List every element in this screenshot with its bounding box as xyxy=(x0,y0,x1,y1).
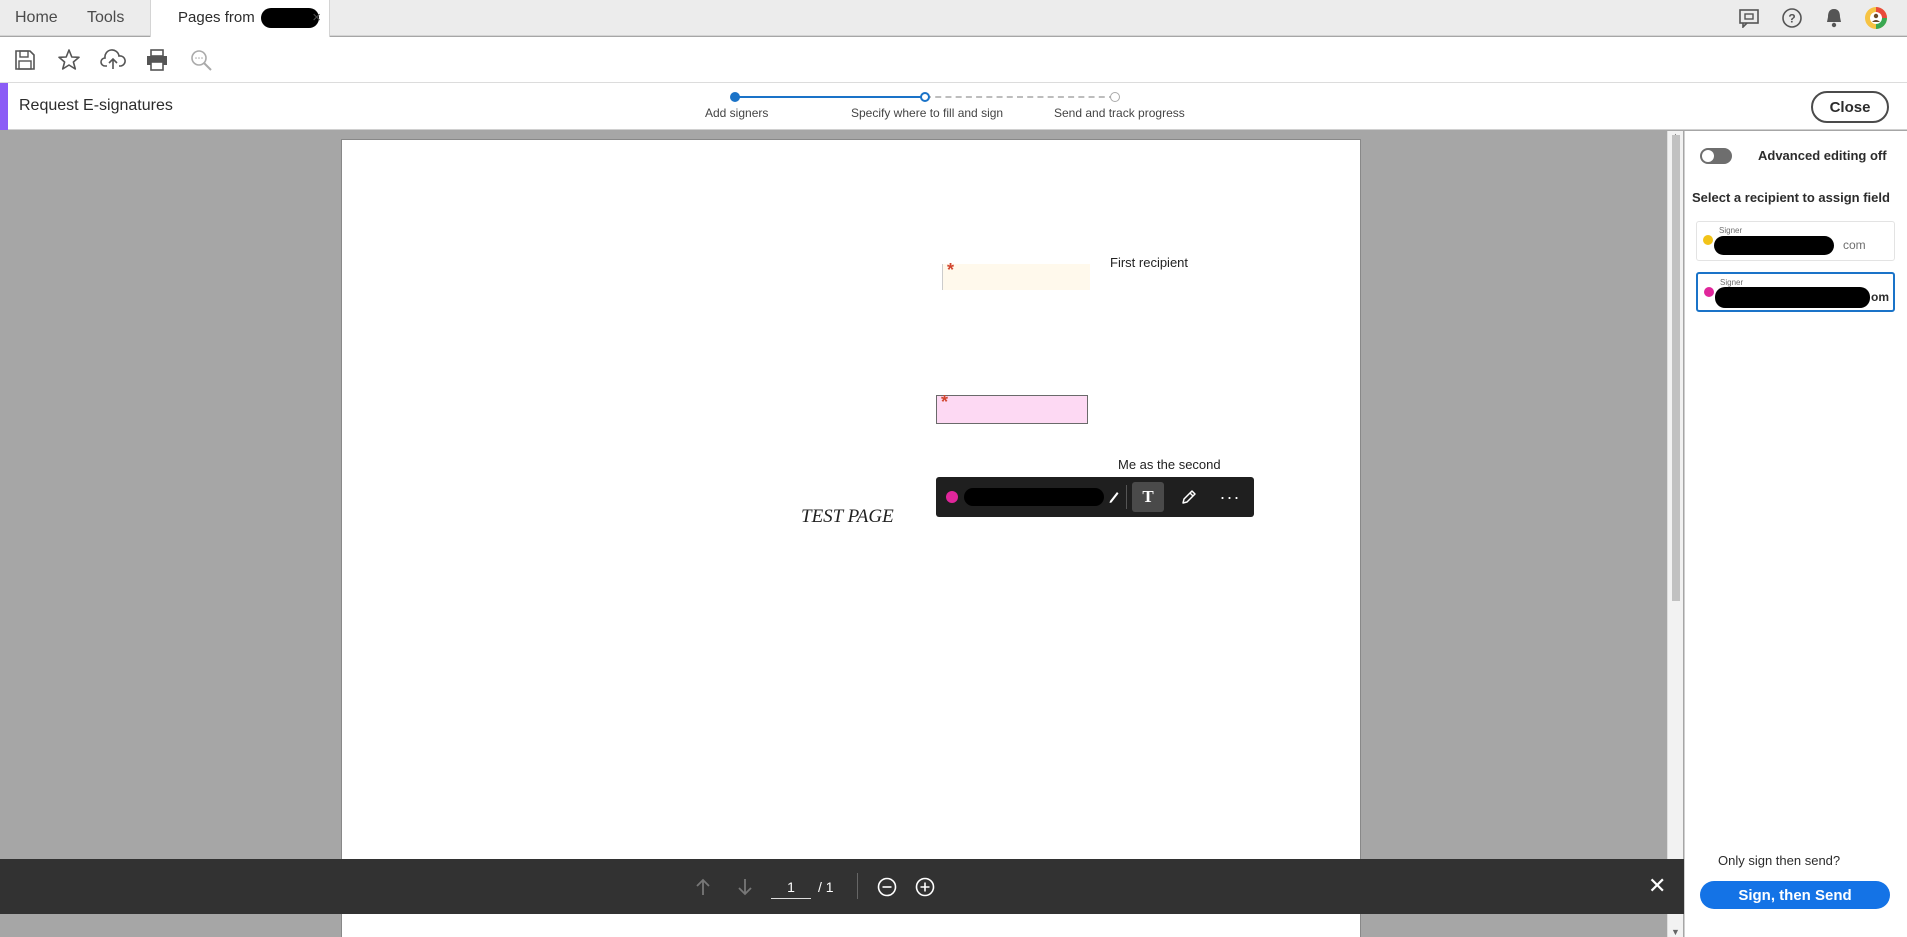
redacted-recipient-name[interactable] xyxy=(964,488,1104,506)
recipient-color-dot xyxy=(1704,287,1714,297)
document-page: * First recipient * Me as the second rec… xyxy=(341,139,1361,937)
signature-field-second-recipient[interactable]: * xyxy=(936,392,1088,424)
recipient-color-dot xyxy=(946,491,958,503)
redacted-email xyxy=(1715,287,1870,308)
step-dot-send xyxy=(1110,92,1120,102)
text-field-tool[interactable]: T xyxy=(1132,482,1164,512)
close-button[interactable]: Close xyxy=(1811,91,1889,123)
more-options-icon[interactable]: ··· xyxy=(1214,482,1246,512)
tab-tools[interactable]: Tools xyxy=(87,0,124,36)
notifications-icon[interactable] xyxy=(1821,6,1847,30)
step-label-add-signers[interactable]: Add signers xyxy=(705,106,768,120)
zoom-search-icon[interactable] xyxy=(188,47,214,73)
tab-close-button[interactable]: × xyxy=(312,0,321,36)
help-icon[interactable]: ? xyxy=(1779,6,1805,30)
step-dot-specify xyxy=(920,92,930,102)
quick-tools-toolbar xyxy=(0,37,1907,83)
tab-document-label: Pages from xyxy=(178,9,255,26)
recipient-email: com xyxy=(1843,238,1866,252)
messages-icon[interactable] xyxy=(1737,6,1763,30)
redacted-email xyxy=(1714,236,1834,255)
nav-divider xyxy=(857,873,858,899)
advanced-editing-label: Advanced editing off xyxy=(1758,148,1887,163)
note-first-recipient: First recipient xyxy=(1110,255,1189,270)
tab-bar: Home Tools Pages from × ? xyxy=(0,0,1907,37)
upload-cloud-icon[interactable] xyxy=(100,47,126,73)
step-label-send: Send and track progress xyxy=(1054,106,1185,120)
page-navigation-bar: 1 / 1 ✕ xyxy=(0,859,1684,914)
tab-home[interactable]: Home xyxy=(15,0,58,36)
page-total: / 1 xyxy=(818,879,834,895)
save-icon[interactable] xyxy=(12,47,38,73)
page-number-input[interactable]: 1 xyxy=(771,875,811,899)
edit-pencil-icon[interactable] xyxy=(1107,487,1121,505)
recipient-email: om xyxy=(1871,290,1889,304)
recipient-color-dot xyxy=(1703,235,1713,245)
field-context-toolbar: T ··· xyxy=(936,477,1254,517)
accent-stripe xyxy=(0,83,8,130)
zoom-in-icon[interactable] xyxy=(912,874,938,900)
recipient-panel: Advanced editing off Select a recipient … xyxy=(1684,131,1907,937)
previous-page-arrow-icon[interactable] xyxy=(690,874,716,900)
svg-text:?: ? xyxy=(1788,12,1795,26)
required-marker: * xyxy=(941,392,949,412)
redacted-filename xyxy=(260,8,319,29)
progress-stepper: Add signers Specify where to fill and si… xyxy=(700,83,1185,130)
page-title: Request E-signatures xyxy=(19,97,173,114)
bookmark-star-icon[interactable] xyxy=(56,47,82,73)
tab-document[interactable]: Pages from × xyxy=(150,0,330,37)
scrollbar-thumb[interactable] xyxy=(1672,135,1680,601)
recipient-card-1[interactable]: Signer com xyxy=(1696,221,1895,261)
test-page-heading: TEST PAGE xyxy=(801,506,894,527)
toggle-knob xyxy=(1702,150,1714,162)
step-line-pending xyxy=(925,96,1115,98)
sign-then-send-button[interactable]: Sign, then Send xyxy=(1700,881,1890,909)
signature-field-first-recipient[interactable]: * xyxy=(942,260,1090,290)
toolbar-separator xyxy=(1126,485,1127,509)
select-recipient-prompt: Select a recipient to assign field xyxy=(1692,190,1890,205)
scroll-down-arrow-icon[interactable]: ▼ xyxy=(1671,927,1680,937)
recipient-role: Signer xyxy=(1719,226,1743,235)
zoom-out-icon[interactable] xyxy=(874,874,900,900)
only-sign-then-send-label: Only sign then send? xyxy=(1718,853,1841,868)
close-nav-bar-button[interactable]: ✕ xyxy=(1648,873,1666,899)
account-avatar[interactable] xyxy=(1863,6,1889,30)
advanced-editing-toggle[interactable] xyxy=(1700,148,1732,164)
next-page-arrow-icon[interactable] xyxy=(732,874,758,900)
vertical-scrollbar[interactable]: ▲ ▼ xyxy=(1667,131,1683,937)
document-viewport: * First recipient * Me as the second rec… xyxy=(0,131,1668,937)
step-label-specify: Specify where to fill and sign xyxy=(851,106,1004,120)
required-marker: * xyxy=(947,260,955,280)
recipient-role: Signer xyxy=(1720,278,1744,287)
recipient-card-2-selected[interactable]: Signer om xyxy=(1696,272,1895,312)
signature-pen-icon[interactable] xyxy=(1173,482,1205,512)
request-esignatures-bar: Request E-signatures Add signers Specify… xyxy=(0,83,1907,130)
print-icon[interactable] xyxy=(144,47,170,73)
step-line-complete xyxy=(735,96,925,98)
step-dot-add-signers xyxy=(730,92,740,102)
